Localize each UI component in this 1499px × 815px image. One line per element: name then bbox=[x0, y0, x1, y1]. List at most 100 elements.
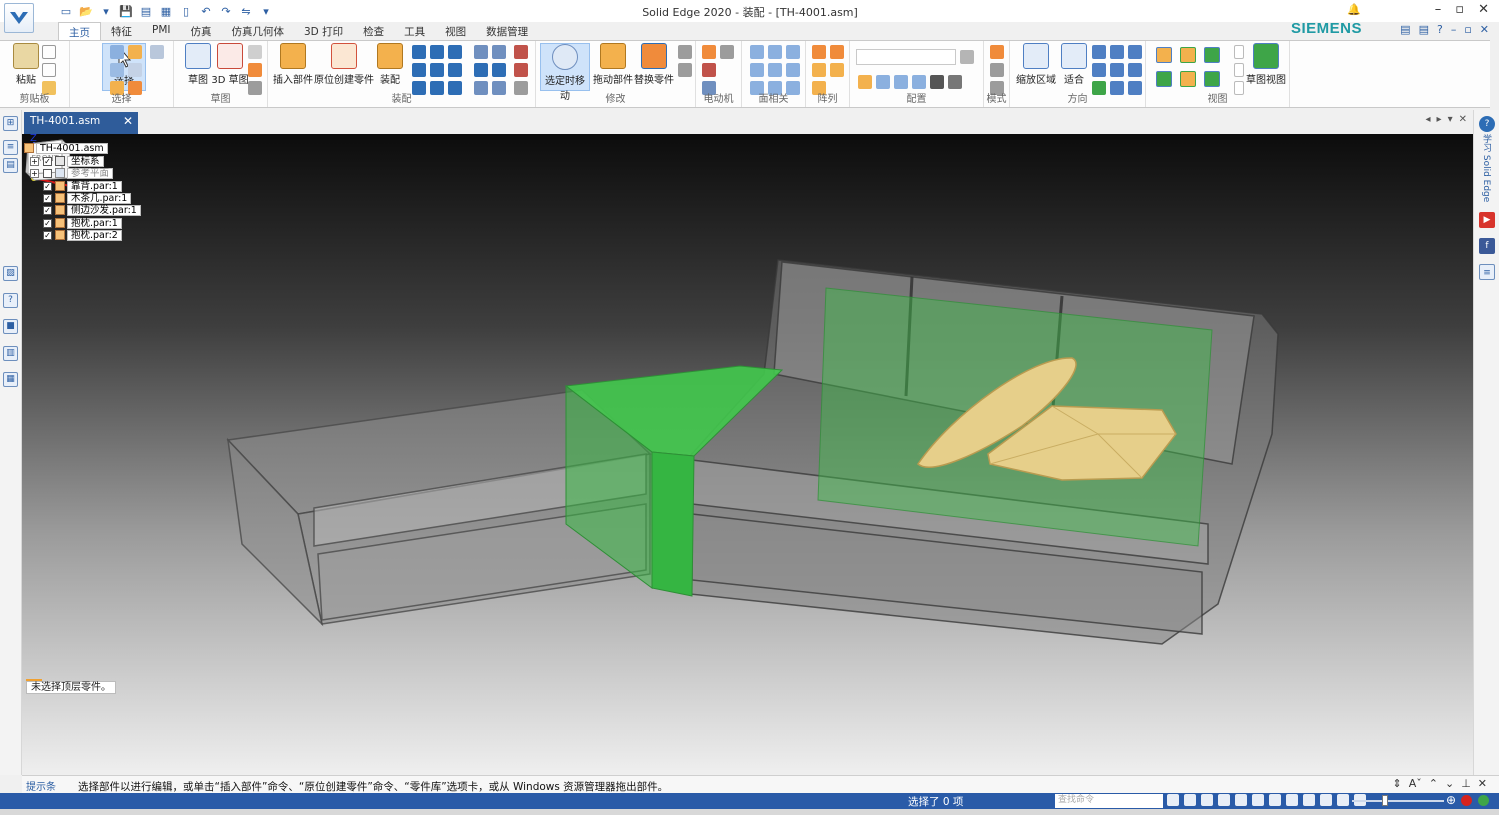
motor-sim-icon[interactable] bbox=[720, 45, 734, 59]
config-section-icon[interactable] bbox=[894, 75, 908, 89]
tools-status-icon[interactable] bbox=[1337, 794, 1349, 806]
view-section-icon[interactable] bbox=[1156, 71, 1172, 87]
tab-list-icon[interactable]: ▾ bbox=[1448, 114, 1453, 125]
youtube-icon[interactable]: ▶ bbox=[1479, 212, 1495, 228]
tree-checkbox[interactable]: ✓ bbox=[43, 230, 52, 240]
view-shaded-icon[interactable] bbox=[1180, 47, 1196, 63]
view-scroll-up-icon[interactable] bbox=[1234, 45, 1244, 59]
tab-data-management[interactable]: 数据管理 bbox=[476, 22, 538, 40]
relationship-center-icon[interactable] bbox=[492, 63, 506, 77]
sketch-rotate-icon[interactable] bbox=[248, 63, 262, 77]
relationship-rigid-icon[interactable] bbox=[514, 63, 528, 77]
motor-stop-icon[interactable] bbox=[702, 63, 716, 77]
pattern-duplicate-icon[interactable] bbox=[830, 63, 844, 77]
mode-edit-icon[interactable] bbox=[990, 63, 1004, 77]
path-finder-icon[interactable]: ⊞ bbox=[3, 116, 18, 131]
expand-icon[interactable]: ⌄ bbox=[1445, 777, 1454, 790]
color-palette-icon[interactable]: ■ bbox=[3, 319, 18, 334]
link-icon[interactable]: ⇋ bbox=[238, 3, 254, 19]
relationship-angle-icon[interactable] bbox=[448, 45, 462, 59]
tree-item-part[interactable]: ✓ 侧边沙发.par:1 bbox=[43, 204, 141, 216]
tab-pmi[interactable]: PMI bbox=[142, 22, 181, 40]
layers-icon[interactable]: ≡ bbox=[3, 140, 18, 155]
zoom-slider-track[interactable] bbox=[1352, 800, 1444, 802]
zoom-slider-thumb[interactable] bbox=[1382, 795, 1388, 806]
document-tab[interactable]: TH-4001.asm ✕ bbox=[24, 112, 138, 134]
config-display-icon[interactable] bbox=[858, 75, 872, 89]
create-in-place-button[interactable]: 原位创建零件 bbox=[314, 43, 374, 91]
restore-button[interactable]: ▫ bbox=[1455, 2, 1464, 17]
face-concentric-icon[interactable] bbox=[768, 45, 782, 59]
learn-solid-edge-label[interactable]: 学习 Solid Edge bbox=[1480, 134, 1493, 202]
facebook-icon[interactable]: f bbox=[1479, 238, 1495, 254]
tab-simulation-geometry[interactable]: 仿真几何体 bbox=[222, 22, 295, 40]
status-ok-icon[interactable] bbox=[1478, 795, 1489, 806]
view-style-status-icon[interactable] bbox=[1286, 794, 1298, 806]
document-tab-close-icon[interactable]: ✕ bbox=[123, 114, 133, 128]
pin-icon[interactable]: ⊥ bbox=[1461, 777, 1471, 790]
select-grid-icon[interactable] bbox=[128, 63, 142, 77]
pattern-circular-icon[interactable] bbox=[830, 45, 844, 59]
tab-view[interactable]: 视图 bbox=[435, 22, 476, 40]
tree-expander-icon[interactable]: + bbox=[30, 156, 39, 166]
command-finder-input[interactable]: 查找命令 bbox=[1055, 794, 1163, 808]
modify-tool-icon[interactable] bbox=[678, 45, 692, 59]
relationship-gear-icon[interactable] bbox=[492, 45, 506, 59]
sketch-view-status-icon[interactable] bbox=[1320, 794, 1332, 806]
shaded-status-icon[interactable] bbox=[1303, 794, 1315, 806]
3d-sketch-button[interactable]: 3D 草图 bbox=[208, 43, 252, 91]
view-edges-icon[interactable] bbox=[1204, 47, 1220, 63]
tree-item-part[interactable]: ✓ 抱枕.par:1 bbox=[43, 217, 122, 229]
config-save-icon[interactable] bbox=[960, 50, 974, 64]
tab-home[interactable]: 主页 bbox=[58, 22, 101, 40]
undo-icon[interactable]: ↶ bbox=[198, 3, 214, 19]
relationship-parallel-icon[interactable] bbox=[474, 45, 488, 59]
relationship-align-icon[interactable] bbox=[430, 45, 444, 59]
zoom-select-icon[interactable] bbox=[150, 45, 164, 59]
tab-simulation[interactable]: 仿真 bbox=[181, 22, 222, 40]
scroll-right-icon[interactable]: ▸ bbox=[1437, 114, 1442, 125]
close-document-icon[interactable]: ✕ bbox=[1459, 114, 1467, 125]
notes-icon[interactable]: ▯ bbox=[178, 3, 194, 19]
pan-status-icon[interactable] bbox=[1235, 794, 1247, 806]
relationship-tangent-icon[interactable] bbox=[430, 63, 444, 77]
layout-alt-icon[interactable]: ▤ bbox=[1419, 23, 1429, 36]
save-all-icon[interactable]: ▤ bbox=[138, 3, 154, 19]
open-dropdown-icon[interactable]: ▾ bbox=[98, 3, 114, 19]
rotate-status-icon[interactable] bbox=[1252, 794, 1264, 806]
tree-checkbox[interactable]: ✓ bbox=[43, 181, 52, 191]
previous-view-icon[interactable] bbox=[1128, 45, 1142, 59]
sketch-view-button[interactable]: 草图视图 bbox=[1244, 43, 1288, 91]
orbit-icon[interactable] bbox=[1128, 63, 1142, 77]
cut-icon[interactable] bbox=[42, 45, 56, 59]
help-circle-icon[interactable]: ? bbox=[1479, 116, 1495, 132]
drag-component-button[interactable]: 拖动部件 bbox=[590, 43, 636, 91]
save-icon[interactable]: 💾 bbox=[118, 3, 134, 19]
config-explode-icon[interactable] bbox=[912, 75, 926, 89]
relationship-axial-icon[interactable] bbox=[412, 63, 426, 77]
tree-checkbox[interactable]: ✓ bbox=[43, 193, 52, 203]
pattern-icon[interactable] bbox=[812, 45, 826, 59]
ribbon-minimize-button[interactable]: – bbox=[1451, 23, 1457, 36]
tree-checkbox[interactable]: ✓ bbox=[43, 218, 52, 228]
properties-panel-icon[interactable]: ▥ bbox=[3, 346, 18, 361]
3d-viewport[interactable]: Z X Y FRONT TH-4001.asm + ✓ 坐标系 + bbox=[22, 134, 1473, 775]
rotate-icon[interactable] bbox=[1092, 63, 1106, 77]
face-coplanar-icon[interactable] bbox=[750, 45, 764, 59]
image-icon[interactable]: ▨ bbox=[3, 266, 18, 281]
tab-tools[interactable]: 工具 bbox=[394, 22, 435, 40]
fit-status-icon[interactable] bbox=[1218, 794, 1230, 806]
properties-icon[interactable]: ▦ bbox=[158, 3, 174, 19]
config-camera-icon[interactable] bbox=[930, 75, 944, 89]
community-icon[interactable]: ≡ bbox=[1479, 264, 1495, 280]
zoom-in-icon[interactable]: ⊕ bbox=[1446, 793, 1456, 807]
open-file-icon[interactable]: 📂 bbox=[78, 3, 94, 19]
configuration-dropdown[interactable] bbox=[856, 49, 956, 65]
zoom-status-icon[interactable] bbox=[1201, 794, 1213, 806]
assembly-model[interactable] bbox=[22, 134, 1473, 775]
config-search-icon[interactable] bbox=[948, 75, 962, 89]
select-filter-icon[interactable] bbox=[110, 45, 124, 59]
new-file-icon[interactable]: ▭ bbox=[58, 3, 74, 19]
tree-expander-icon[interactable]: + bbox=[30, 168, 39, 178]
relationship-mate-icon[interactable] bbox=[412, 45, 426, 59]
